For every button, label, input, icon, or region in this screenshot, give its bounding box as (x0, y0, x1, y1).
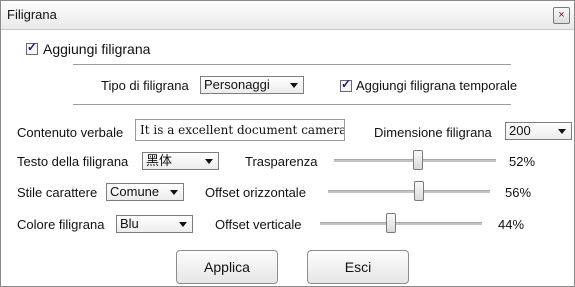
add-watermark-label: Aggiungi filigrana (43, 41, 151, 57)
chevron-down-icon (205, 159, 213, 164)
watermark-type-value: Personaggi (204, 77, 270, 92)
watermark-text-label: Testo della filigrana (17, 154, 129, 169)
separator-middle (73, 104, 511, 105)
add-watermark-checkbox[interactable] (26, 40, 38, 55)
offset-vertical-slider-track[interactable] (320, 222, 482, 225)
watermark-type-select[interactable]: Personaggi (200, 76, 304, 94)
watermark-type-label: Tipo di filigrana (101, 78, 189, 93)
chevron-down-icon (170, 190, 178, 195)
watermark-color-select[interactable]: Blu (116, 215, 193, 233)
watermark-color-label: Colore filigrana (17, 217, 105, 232)
watermark-size-select[interactable]: 200 (505, 122, 572, 140)
transparency-label: Trasparenza (245, 154, 318, 169)
window-title: Filigrana (7, 7, 57, 22)
watermark-size-value: 200 (509, 123, 531, 138)
char-style-label: Stile carattere (17, 185, 98, 200)
offset-vertical-slider-thumb[interactable] (386, 213, 397, 233)
add-time-watermark-label: Aggiungi filigrana temporale (356, 78, 518, 93)
offset-vertical-value: 44% (498, 217, 525, 232)
offset-vertical-label: Offset verticale (215, 217, 302, 232)
char-style-select[interactable]: Comune (106, 183, 184, 201)
chevron-down-icon (290, 83, 298, 88)
transparency-value: 52% (509, 154, 536, 169)
transparency-slider-thumb[interactable] (413, 150, 424, 170)
separator-top (73, 64, 511, 65)
title-bar: Filigrana × (1, 1, 574, 30)
close-icon[interactable]: × (553, 7, 570, 24)
chevron-down-icon (558, 129, 566, 134)
chevron-down-icon (179, 222, 187, 227)
watermark-font-value: 黑体 (146, 153, 173, 168)
apply-button[interactable]: Applica (176, 250, 278, 284)
watermark-font-select[interactable]: 黑体 (142, 152, 219, 170)
offset-horizontal-slider-thumb[interactable] (413, 181, 424, 201)
offset-horizontal-slider-track[interactable] (328, 190, 490, 193)
offset-horizontal-value: 56% (505, 185, 532, 200)
watermark-size-label: Dimensione filigrana (374, 125, 492, 140)
verbal-content-input[interactable]: It is a excellent document camera (135, 119, 345, 141)
offset-horizontal-label: Offset orizzontale (205, 185, 306, 200)
add-time-watermark-checkbox[interactable] (340, 77, 352, 92)
watermark-color-value: Blu (120, 216, 139, 231)
watermark-dialog: Filigrana × Aggiungi filigrana Tipo di f… (0, 0, 575, 287)
exit-button[interactable]: Esci (307, 250, 409, 284)
verbal-content-label: Contenuto verbale (17, 125, 124, 140)
char-style-value: Comune (110, 184, 160, 199)
